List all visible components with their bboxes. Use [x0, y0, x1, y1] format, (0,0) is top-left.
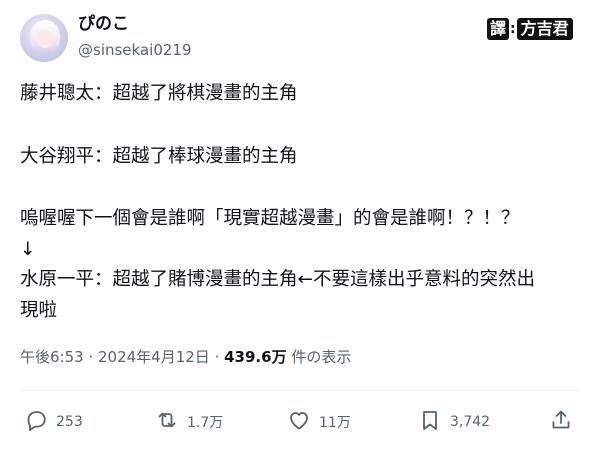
- tweet-line: 藤井聰太：超越了將棋漫畫的主角: [20, 83, 298, 104]
- avatar[interactable]: [20, 14, 68, 62]
- view-count-label: 件の表示: [286, 348, 352, 366]
- tweet-date[interactable]: 2024年4月12日: [98, 348, 210, 366]
- avatar-face: [36, 30, 54, 48]
- tweet-line: 現啦: [20, 300, 58, 321]
- bookmark-icon: [418, 408, 442, 436]
- action-bar: 253 1.7万 11万 3,742: [0, 405, 598, 439]
- like-button[interactable]: 11万: [287, 405, 351, 439]
- like-count: 11万: [319, 415, 351, 431]
- watermark-tag: 譯: [487, 18, 510, 40]
- tweet-line: 嗚喔喔下一個會是誰啊「現實超越漫畫」的會是誰啊！？！？: [20, 208, 520, 229]
- view-count: 439.6万: [224, 348, 287, 366]
- retweet-button[interactable]: 1.7万: [155, 405, 223, 439]
- tweet-line: ↓: [20, 239, 36, 260]
- user-handle[interactable]: @sinsekai0219: [78, 40, 192, 60]
- bookmark-button[interactable]: 3,742: [418, 405, 490, 439]
- watermark-name: 方吉君: [516, 18, 573, 40]
- display-name[interactable]: ぴのこ: [78, 13, 129, 35]
- tweet-line: 大谷翔平：超越了棒球漫畫的主角: [20, 146, 298, 167]
- reply-count: 253: [56, 414, 83, 430]
- watermark-separator: :: [510, 21, 516, 37]
- share-icon: [549, 408, 573, 436]
- heart-icon: [287, 408, 311, 436]
- meta-separator: ·: [209, 348, 225, 366]
- reply-button[interactable]: 253: [24, 405, 83, 439]
- tweet-meta: 午後6:53 · 2024年4月12日 · 439.6万 件の表示: [20, 347, 351, 367]
- tweet-time[interactable]: 午後6:53: [20, 348, 84, 366]
- bookmark-count: 3,742: [450, 414, 491, 430]
- translator-watermark: 譯 : 方吉君: [487, 17, 573, 41]
- meta-separator: ·: [83, 348, 98, 366]
- retweet-icon: [155, 408, 179, 436]
- reply-icon: [24, 408, 48, 436]
- retweet-count: 1.7万: [187, 415, 224, 431]
- divider: [20, 390, 580, 391]
- tweet-line: 水原一平：超越了賭博漫畫的主角←不要這樣出乎意料的突然出: [20, 269, 536, 290]
- share-button[interactable]: [549, 405, 573, 439]
